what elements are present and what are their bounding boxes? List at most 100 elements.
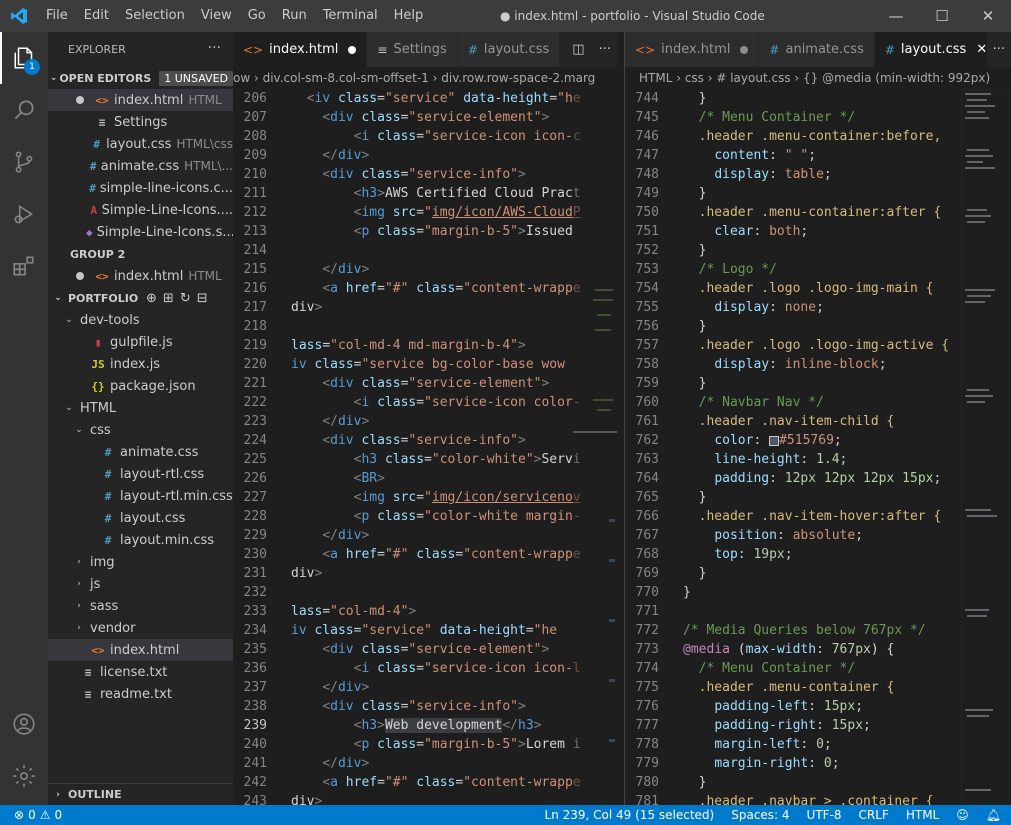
run-debug-icon[interactable] bbox=[0, 188, 48, 240]
file-item[interactable]: ▮ gulpfile.js bbox=[48, 331, 233, 353]
source-control-icon[interactable] bbox=[0, 136, 48, 188]
tab-layout-css[interactable]: # layout.css bbox=[457, 32, 561, 67]
file-item[interactable]: ≡ license.txt bbox=[48, 661, 233, 683]
error-count: 0 bbox=[28, 808, 36, 822]
collapse-all-icon[interactable]: ⊟ bbox=[197, 291, 208, 306]
status-right: Ln 239, Col 49 (15 selected) Spaces: 4 U… bbox=[545, 808, 1001, 822]
file-item[interactable]: ≡ readme.txt bbox=[48, 683, 233, 705]
close-tab-icon[interactable]: ✕ bbox=[976, 42, 987, 57]
more-actions-icon[interactable]: ··· bbox=[599, 42, 611, 57]
feedback-icon[interactable]: ☺ bbox=[956, 808, 969, 822]
file-item[interactable]: › vendor bbox=[48, 617, 233, 639]
code-area-css[interactable]: 744 } 745 /* Menu Container */ 746 .head… bbox=[625, 89, 1011, 805]
new-file-icon[interactable]: ⊕ bbox=[146, 291, 157, 306]
file-item[interactable]: ≡ Settings bbox=[48, 111, 233, 133]
notifications-bell-icon[interactable]: 🔔︎ bbox=[986, 808, 1001, 822]
tab-index-html[interactable]: <> index.html bbox=[625, 32, 760, 67]
file-item[interactable]: # animate.css HTML\... bbox=[48, 155, 233, 177]
file-name: gulpfile.js bbox=[110, 334, 173, 350]
file-item[interactable]: # layout-rtl.min.css bbox=[48, 485, 233, 507]
more-actions-icon[interactable]: ··· bbox=[208, 40, 221, 56]
file-name: license.txt bbox=[100, 664, 168, 680]
line-ending[interactable]: CRLF bbox=[859, 808, 889, 822]
file-item[interactable]: <> index.html HTML bbox=[48, 89, 233, 111]
menu-item-selection[interactable]: Selection bbox=[117, 0, 193, 32]
unsaved-dot-icon bbox=[76, 96, 84, 104]
minimize-icon[interactable]: — bbox=[873, 0, 919, 32]
file-item[interactable]: # layout-rtl.css bbox=[48, 463, 233, 485]
file-name: index.html bbox=[110, 642, 180, 658]
file-item[interactable]: › img bbox=[48, 551, 233, 573]
extensions-icon[interactable] bbox=[0, 240, 48, 292]
unsaved-dot-icon[interactable] bbox=[348, 45, 357, 54]
menu-item-help[interactable]: Help bbox=[386, 0, 432, 32]
code-area-html[interactable]: 206 <iv class="service" data-height="he … bbox=[233, 89, 617, 805]
cursor-position[interactable]: Ln 239, Col 49 (15 selected) bbox=[545, 808, 715, 822]
file-name: Simple-Line-Icons.... bbox=[101, 202, 233, 218]
minimap-2[interactable] bbox=[961, 89, 1009, 805]
encoding[interactable]: UTF-8 bbox=[807, 808, 842, 822]
file-type-icon: ▮ bbox=[94, 335, 102, 349]
file-item[interactable]: # layout.css HTML\css bbox=[48, 133, 233, 155]
warning-icon: ⚠ bbox=[39, 808, 51, 822]
tab-label: layout.css bbox=[900, 42, 967, 57]
indentation[interactable]: Spaces: 4 bbox=[731, 808, 789, 822]
maximize-icon[interactable]: ☐ bbox=[919, 0, 965, 32]
file-item[interactable]: # animate.css bbox=[48, 441, 233, 463]
file-item[interactable]: <> index.html bbox=[48, 639, 233, 661]
menu-item-view[interactable]: View bbox=[193, 0, 240, 32]
menu-item-go[interactable]: Go bbox=[240, 0, 274, 32]
explorer-icon[interactable]: 1 bbox=[0, 32, 48, 84]
file-item[interactable]: ⌄ dev-tools bbox=[48, 309, 233, 331]
file-item[interactable]: JS index.js bbox=[48, 353, 233, 375]
unsaved-dot-icon[interactable] bbox=[740, 45, 749, 54]
file-item[interactable]: ⌄ HTML bbox=[48, 397, 233, 419]
tab-label: layout.css bbox=[483, 42, 550, 57]
file-item[interactable]: ⌄ css bbox=[48, 419, 233, 441]
settings-gear-icon[interactable] bbox=[0, 750, 48, 802]
file-type-icon: # bbox=[104, 445, 112, 459]
file-type-icon: # bbox=[467, 42, 478, 57]
minimap-1[interactable] bbox=[573, 89, 617, 805]
breadcrumb[interactable]: HTML › css › # layout.css › {} @media (m… bbox=[625, 67, 1011, 89]
menu-item-edit[interactable]: Edit bbox=[76, 0, 117, 32]
menu-item-terminal[interactable]: Terminal bbox=[315, 0, 386, 32]
tab-animate-css[interactable]: # animate.css bbox=[759, 32, 875, 67]
outline-section[interactable]: › OUTLINE bbox=[48, 783, 233, 805]
breadcrumb[interactable]: ow › div.col-sm-8.col-sm-offset-1 › div.… bbox=[233, 67, 617, 89]
chevron-down-icon: ⌄ bbox=[75, 425, 83, 435]
menu-item-file[interactable]: File bbox=[38, 0, 76, 32]
file-type-icon: # bbox=[104, 489, 112, 503]
file-name: index.html bbox=[114, 268, 184, 284]
more-actions-icon[interactable]: ··· bbox=[993, 42, 1005, 57]
account-icon[interactable] bbox=[0, 698, 48, 750]
menu-item-run[interactable]: Run bbox=[274, 0, 315, 32]
file-item[interactable]: <> index.html HTML bbox=[48, 265, 233, 287]
portfolio-section[interactable]: ⌄ PORTFOLIO ⊕ ⊞ ↻ ⊟ bbox=[48, 287, 233, 309]
close-icon[interactable]: ✕ bbox=[965, 0, 1011, 32]
tab-settings[interactable]: ≡ Settings bbox=[367, 32, 458, 67]
new-folder-icon[interactable]: ⊞ bbox=[163, 291, 174, 306]
tab-layout-css[interactable]: # layout.css ✕ bbox=[874, 32, 999, 67]
file-item[interactable]: {} package.json bbox=[48, 375, 233, 397]
explorer-badge: 1 bbox=[24, 59, 40, 75]
file-type-icon: # bbox=[104, 467, 112, 481]
open-editors-label: OPEN EDITORS bbox=[59, 71, 152, 85]
file-item[interactable]: › sass bbox=[48, 595, 233, 617]
split-editor-icon[interactable]: ◫ bbox=[572, 42, 584, 57]
file-item[interactable]: # layout.css bbox=[48, 507, 233, 529]
file-item[interactable]: › js bbox=[48, 573, 233, 595]
search-icon[interactable] bbox=[0, 84, 48, 136]
file-item[interactable]: ◆ Simple-Line-Icons.s... bbox=[48, 221, 233, 243]
refresh-icon[interactable]: ↻ bbox=[180, 291, 191, 306]
file-item[interactable]: A Simple-Line-Icons.... bbox=[48, 199, 233, 221]
problems-indicator[interactable]: ⊗ 0 ⚠ 0 bbox=[0, 808, 62, 822]
chevron-right-icon: › bbox=[77, 601, 81, 611]
tab-label: index.html bbox=[269, 42, 339, 57]
tab-label: animate.css bbox=[785, 42, 864, 57]
open-editors-section[interactable]: ⌄ OPEN EDITORS 1 UNSAVED bbox=[48, 67, 233, 89]
file-item[interactable]: # simple-line-icons.c... bbox=[48, 177, 233, 199]
file-item[interactable]: # layout.min.css bbox=[48, 529, 233, 551]
tab-index-html[interactable]: <> index.html bbox=[233, 32, 368, 67]
language-mode[interactable]: HTML bbox=[906, 808, 939, 822]
